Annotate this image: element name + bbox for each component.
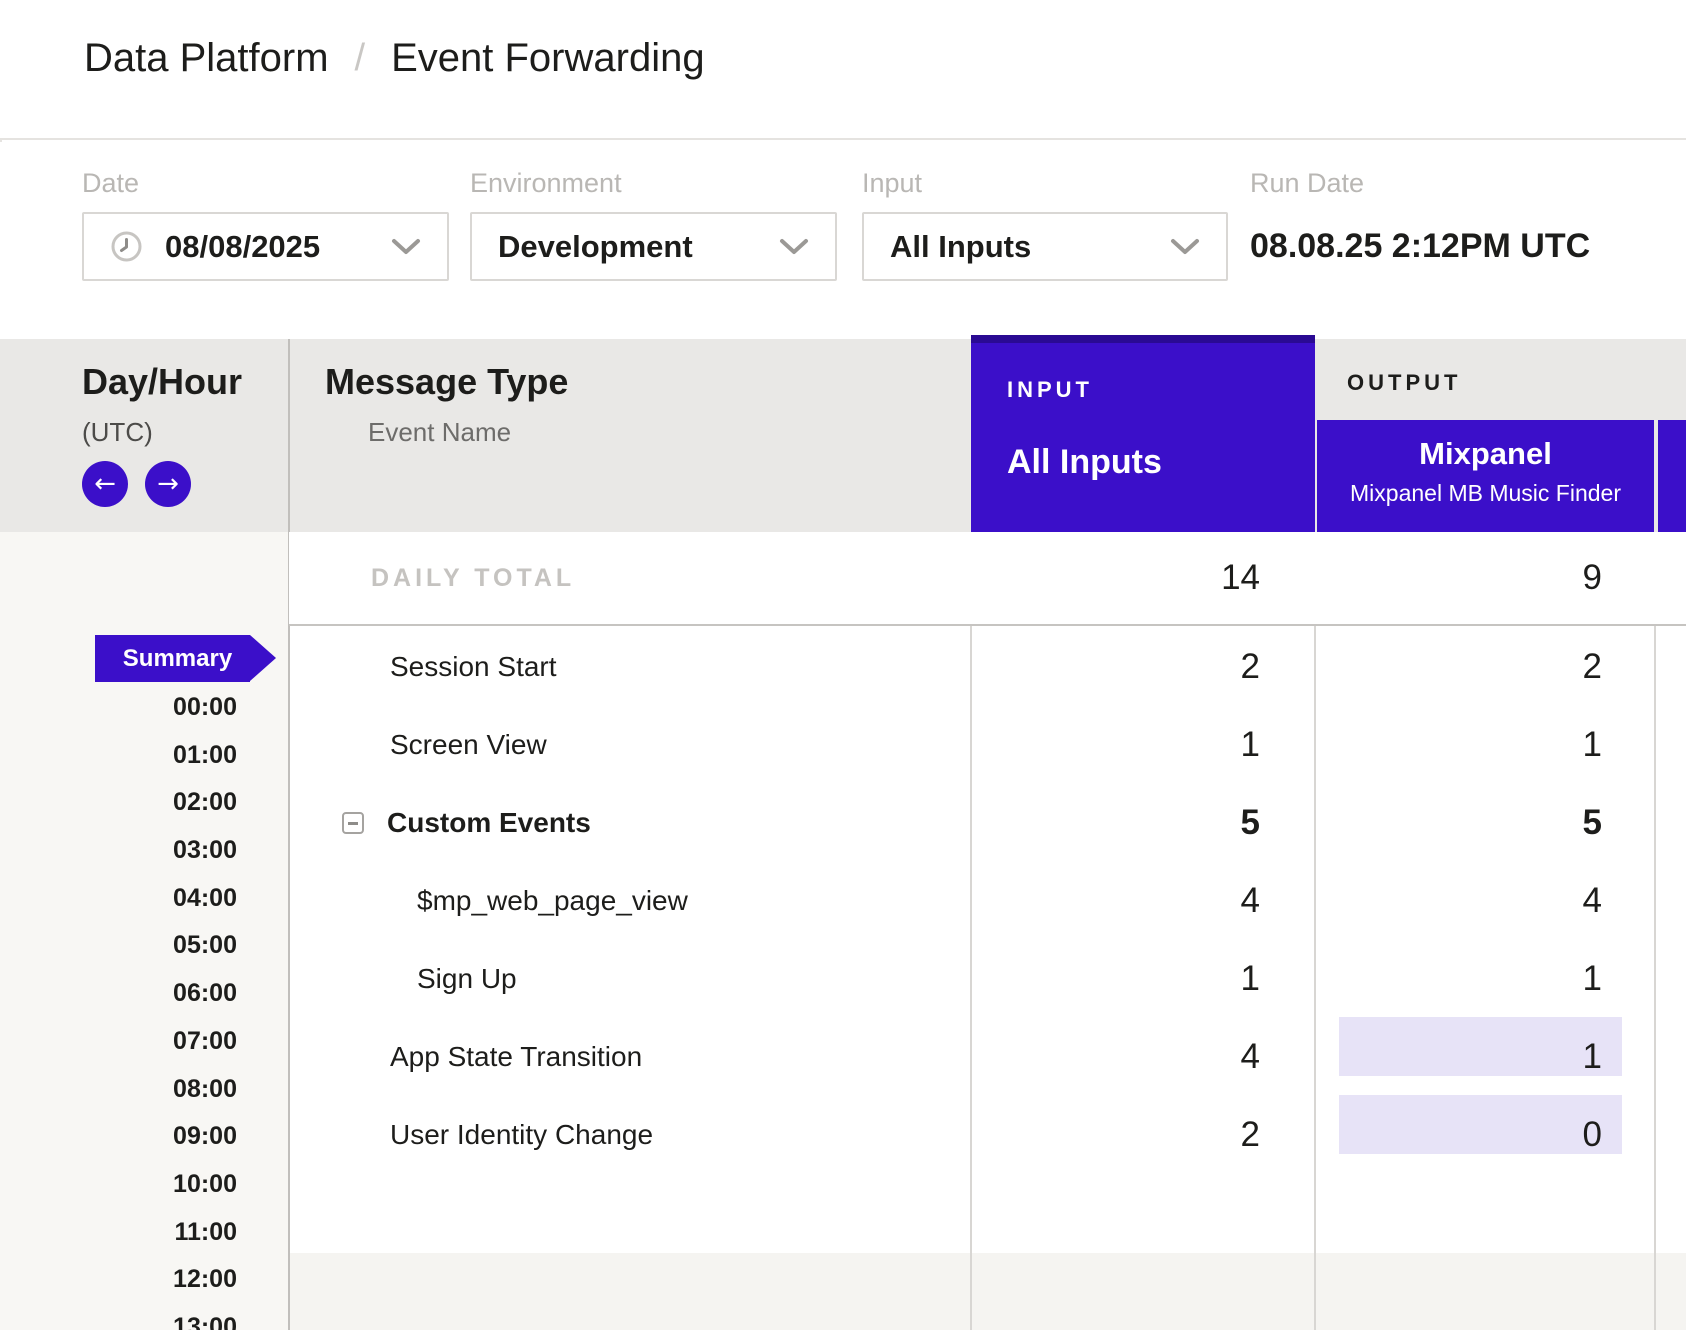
hour-label-12[interactable]: 12:00 [0, 1256, 288, 1304]
input-column-selected: All Inputs [1007, 443, 1162, 482]
hour-label-03[interactable]: 03:00 [0, 827, 288, 875]
run-date-label: Run Date [1250, 168, 1364, 199]
summary-badge[interactable]: Summary [95, 635, 250, 682]
discrepancy-highlight [1339, 1095, 1622, 1154]
discrepancy-highlight [1339, 1017, 1622, 1076]
output-column-header-mixpanel[interactable]: Mixpanel Mixpanel MB Music Finder [1317, 420, 1654, 532]
arrow-left-icon: ← [94, 471, 116, 497]
table-row-custom-events: Custom Events 5 5 [289, 784, 1686, 862]
output-count: 1 [1583, 725, 1602, 764]
run-date-value: 08.08.25 2:12PM UTC [1250, 212, 1590, 281]
output-name: Mixpanel [1317, 436, 1654, 472]
input-filter-label: Input [862, 168, 922, 199]
hour-label-10[interactable]: 10:00 [0, 1161, 288, 1209]
input-count: 2 [971, 1115, 1315, 1155]
output-connection-name: Mixpanel MB Music Finder [1317, 480, 1654, 507]
breadcrumb-separator: / [355, 37, 366, 80]
day-hour-title: Day/Hour [82, 361, 242, 403]
table-row-session-start: Session Start 2 2 [289, 628, 1686, 706]
table-row-user-identity-change: User Identity Change 2 0 [289, 1096, 1686, 1174]
chevron-down-icon [1170, 238, 1200, 256]
hour-label-05[interactable]: 05:00 [0, 922, 288, 970]
event-label: App State Transition [289, 1041, 971, 1073]
input-count: 4 [971, 881, 1315, 921]
event-label: Screen View [289, 729, 971, 761]
input-count: 2 [971, 647, 1315, 687]
message-type-title: Message Type [325, 361, 568, 403]
date-filter-label: Date [82, 168, 139, 199]
input-count: 1 [971, 959, 1315, 999]
day-hour-subtitle: (UTC) [82, 417, 242, 448]
daily-total-output-value: 9 [1315, 558, 1655, 598]
environment-value: Development [498, 229, 693, 265]
event-name-subtitle: Event Name [368, 417, 568, 448]
arrow-right-icon: → [157, 471, 179, 497]
table-row-app-state-transition: App State Transition 4 1 [289, 1018, 1686, 1096]
hour-label-07[interactable]: 07:00 [0, 1018, 288, 1066]
environment-filter-group: Environment Development [470, 142, 837, 339]
hour-label-11[interactable]: 11:00 [0, 1209, 288, 1257]
output-count: 0 [1583, 1115, 1602, 1154]
date-select[interactable]: 08/08/2025 [82, 212, 449, 281]
event-forwarding-page: Data Platform / Event Forwarding Date 08… [0, 0, 1686, 1330]
table-row-screen-view: Screen View 1 1 [289, 706, 1686, 784]
output-count: 1 [1583, 1037, 1602, 1076]
output-column-tag: OUTPUT [1347, 370, 1461, 396]
daily-total-label: DAILY TOTAL [289, 564, 971, 593]
daily-total-input-value: 14 [971, 558, 1315, 598]
day-pager: ← → [82, 461, 191, 507]
hour-rail: 00:00 01:00 02:00 03:00 04:00 05:00 06:0… [0, 684, 288, 1330]
input-count: 5 [971, 803, 1315, 843]
event-label: User Identity Change [289, 1119, 971, 1151]
event-label: $mp_web_page_view [289, 885, 971, 917]
hour-label-13[interactable]: 13:00 [0, 1304, 288, 1330]
input-filter-group: Input All Inputs [862, 142, 1228, 339]
date-filter-group: Date 08/08/2025 [82, 142, 449, 339]
breadcrumb-event-forwarding[interactable]: Event Forwarding [391, 36, 704, 81]
input-column-tag: INPUT [1007, 377, 1093, 403]
clock-icon [110, 230, 143, 263]
next-output-column-partial[interactable] [1658, 420, 1686, 532]
input-select[interactable]: All Inputs [862, 212, 1228, 281]
table-row-sign-up: Sign Up 1 1 [289, 940, 1686, 1018]
input-column-header[interactable]: INPUT All Inputs [971, 335, 1315, 532]
filter-bar: Date 08/08/2025 Environment [0, 142, 1686, 339]
event-label: Session Start [289, 651, 971, 683]
environment-filter-label: Environment [470, 168, 622, 199]
run-date-group: Run Date 08.08.25 2:12PM UTC [1250, 142, 1650, 339]
day-hour-header: Day/Hour (UTC) [82, 361, 242, 448]
table-footer-area [289, 1253, 1686, 1330]
chevron-down-icon [391, 238, 421, 256]
table-row-mp-web-page-view: $mp_web_page_view 4 4 [289, 862, 1686, 940]
hour-label-04[interactable]: 04:00 [0, 875, 288, 923]
hour-label-01[interactable]: 01:00 [0, 732, 288, 780]
collapse-icon[interactable] [342, 812, 364, 834]
message-type-header: Message Type Event Name [325, 361, 568, 448]
chevron-down-icon [779, 238, 809, 256]
input-value: All Inputs [890, 229, 1031, 265]
input-count: 4 [971, 1037, 1315, 1077]
output-count: 1 [1583, 959, 1602, 998]
event-label: Custom Events [387, 807, 591, 839]
output-count: 4 [1583, 881, 1602, 920]
event-rows: Session Start 2 2 Screen View 1 1 Custom… [289, 628, 1686, 1174]
hour-label-09[interactable]: 09:00 [0, 1113, 288, 1161]
date-value: 08/08/2025 [165, 229, 320, 265]
output-count: 2 [1583, 647, 1602, 686]
hour-label-08[interactable]: 08:00 [0, 1066, 288, 1114]
breadcrumb-data-platform[interactable]: Data Platform [84, 36, 329, 81]
next-day-button[interactable]: → [145, 461, 191, 507]
input-count: 1 [971, 725, 1315, 765]
output-count: 5 [1583, 803, 1602, 842]
event-label: Sign Up [289, 963, 971, 995]
breadcrumb: Data Platform / Event Forwarding [84, 36, 705, 81]
breadcrumb-bar: Data Platform / Event Forwarding [0, 0, 1686, 140]
environment-select[interactable]: Development [470, 212, 837, 281]
hour-label-06[interactable]: 06:00 [0, 970, 288, 1018]
daily-total-row: DAILY TOTAL 14 9 [289, 532, 1686, 626]
previous-day-button[interactable]: ← [82, 461, 128, 507]
hour-label-00[interactable]: 00:00 [0, 684, 288, 732]
hour-label-02[interactable]: 02:00 [0, 779, 288, 827]
